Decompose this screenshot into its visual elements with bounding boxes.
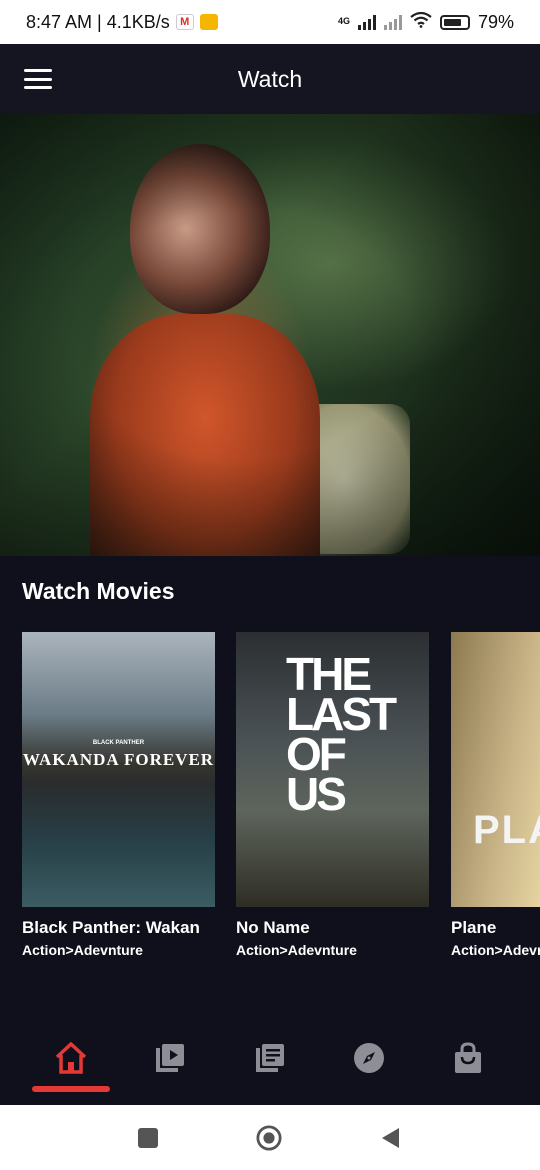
- movie-genre: Action>Adevnture: [22, 942, 143, 958]
- network-type: 4G: [337, 15, 350, 26]
- nav-explore[interactable]: [347, 1036, 391, 1080]
- movie-poster[interactable]: PLA: [451, 632, 540, 907]
- movie-title: Black Panther: Wakan: [22, 918, 200, 937]
- hero-banner[interactable]: [0, 114, 540, 556]
- signal-icon-2: [383, 14, 402, 30]
- poster-title: WAKANDA FOREVER: [22, 750, 215, 769]
- back-button[interactable]: [378, 1125, 404, 1151]
- active-tab-indicator: [32, 1086, 110, 1092]
- page-title: Watch: [237, 65, 303, 92]
- signal-icon: [357, 14, 376, 30]
- movie-genre: Action>Adevnture: [236, 942, 357, 958]
- video-library-icon: [156, 1044, 184, 1072]
- status-bar: 8:47 AM | 4.1KB/s M 4G 79%: [0, 0, 540, 44]
- home-icon: [55, 1042, 87, 1074]
- movie-title: Plane: [451, 918, 497, 937]
- section-title: Watch Movies: [22, 578, 175, 604]
- nav-home[interactable]: [49, 1036, 93, 1080]
- movie-title: No Name: [236, 918, 310, 937]
- notification-app-icon: [199, 14, 218, 30]
- wifi-icon: [410, 11, 432, 33]
- poster-title: PLA: [473, 808, 540, 852]
- compass-icon: [354, 1043, 384, 1073]
- movie-carousel[interactable]: BLACK PANTHER WAKANDA FOREVER Black Pant…: [22, 632, 540, 962]
- hero-vignette: [0, 114, 540, 556]
- hamburger-menu-icon[interactable]: [24, 67, 52, 91]
- status-time: 8:47 AM | 4.1KB/s: [26, 11, 170, 32]
- nav-shop[interactable]: [446, 1036, 490, 1080]
- movie-poster[interactable]: BLACK PANTHER WAKANDA FOREVER: [22, 632, 215, 907]
- poster-subtitle: BLACK PANTHER: [92, 740, 145, 746]
- battery-icon: [439, 14, 470, 30]
- app-bar: Watch: [0, 44, 540, 114]
- system-navigation-bar: [0, 1105, 540, 1170]
- poster-title: THE LAST OF US: [286, 648, 397, 820]
- movie-poster[interactable]: THE LAST OF US: [236, 632, 429, 907]
- bottom-navigation: [0, 1020, 540, 1105]
- library-books-icon: [256, 1044, 284, 1072]
- nav-videos[interactable]: [148, 1036, 192, 1080]
- back-triangle-icon: [382, 1128, 399, 1148]
- battery-percent: 79%: [477, 11, 514, 32]
- movie-card[interactable]: THE LAST OF US No Name Action>Adevnture: [236, 632, 429, 958]
- shopping-bag-icon: [455, 1042, 481, 1073]
- movie-card[interactable]: PLA Plane Action>Adevnture: [451, 632, 540, 958]
- square-icon: [138, 1128, 158, 1148]
- circle-home-icon: [256, 1125, 282, 1151]
- recents-button[interactable]: [135, 1125, 161, 1151]
- home-system-button[interactable]: [256, 1125, 282, 1151]
- movie-card[interactable]: BLACK PANTHER WAKANDA FOREVER Black Pant…: [22, 632, 215, 958]
- movie-genre: Action>Adevnture: [451, 942, 540, 958]
- gmail-icon: M: [175, 14, 194, 30]
- nav-library[interactable]: [248, 1036, 292, 1080]
